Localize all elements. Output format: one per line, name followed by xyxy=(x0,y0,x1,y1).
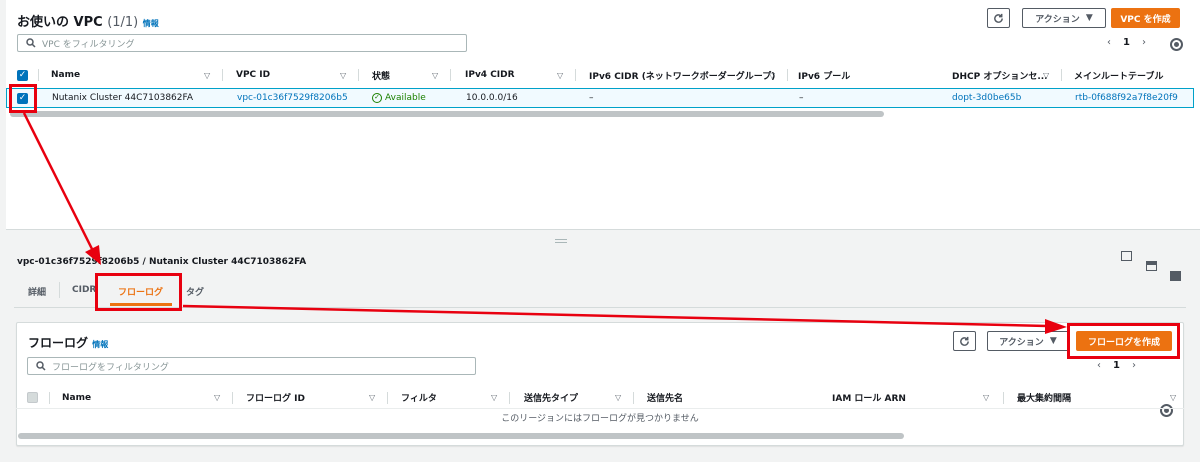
annotation-arrowhead xyxy=(1045,319,1067,334)
annotation-arrow-line xyxy=(182,304,1048,328)
annotation-arrow-line xyxy=(22,112,94,250)
annotation-arrows xyxy=(22,112,1067,334)
annotation-arrowhead xyxy=(85,245,101,265)
